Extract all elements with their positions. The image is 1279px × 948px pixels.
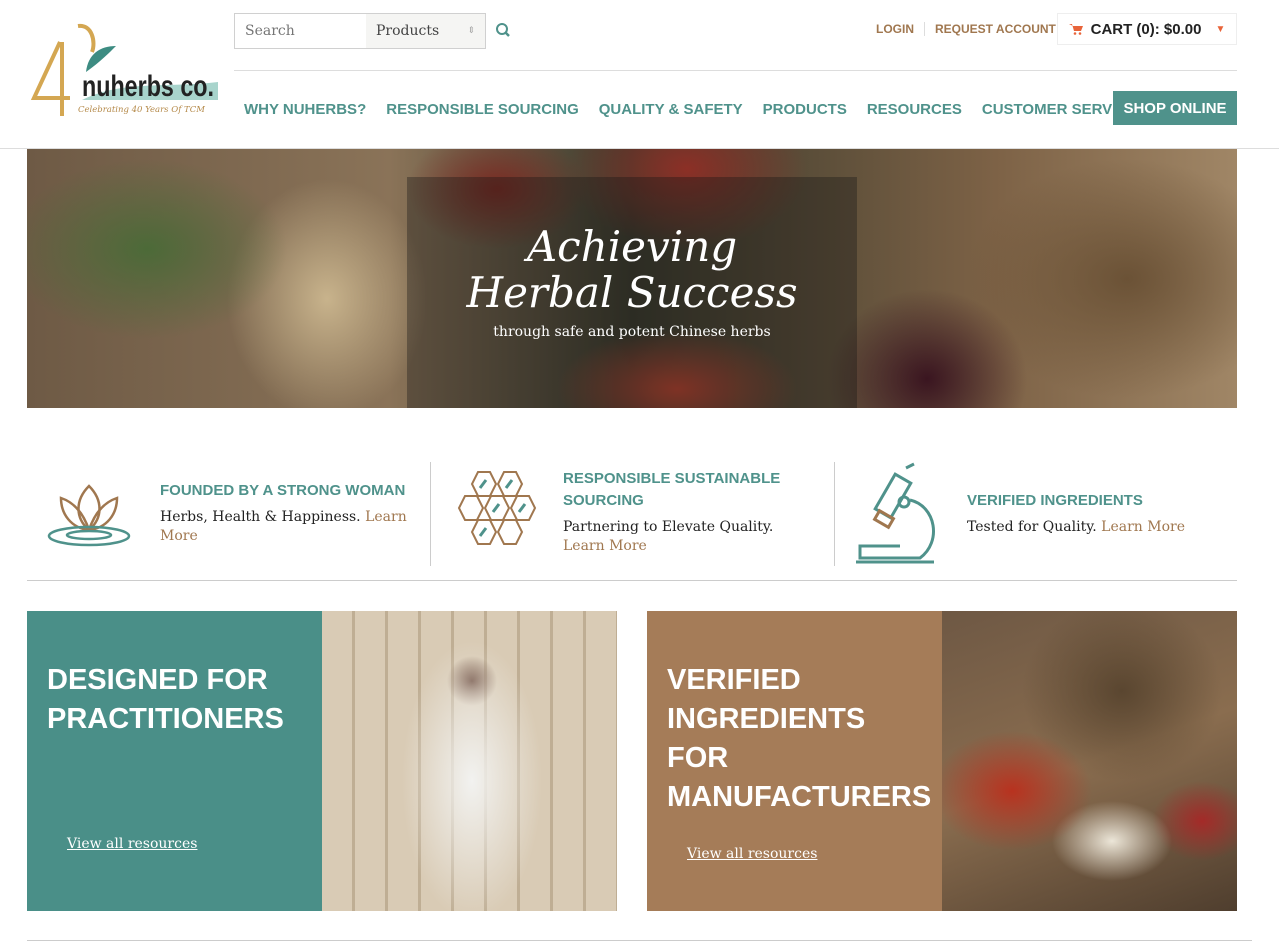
divider [234, 70, 1237, 71]
feature-title: VERIFIED INGREDIENTS [967, 492, 1143, 509]
view-resources-link[interactable]: View all resources [687, 846, 817, 862]
divider [27, 940, 1252, 941]
search-input[interactable] [235, 14, 366, 48]
nav-quality-safety[interactable]: QUALITY & SAFETY [599, 101, 743, 118]
search-bar: Products ⇕ [234, 13, 486, 49]
feature-title: RESPONSIBLE SUSTAINABLE SOURCING [563, 470, 781, 509]
learn-more-link[interactable]: Learn More [1101, 519, 1185, 535]
manufacturers-card: VERIFIED INGREDIENTS FOR MANUFACTURERS V… [647, 611, 942, 911]
search-icon[interactable] [495, 22, 511, 40]
divider [27, 580, 1237, 581]
hero-banner: Achieving Herbal Success through safe an… [27, 149, 1237, 408]
feature-founded: FOUNDED BY A STRONG WOMAN Herbs, Health … [160, 462, 415, 566]
nav-resources[interactable]: RESOURCES [867, 101, 962, 118]
select-arrows-icon: ⇕ [467, 26, 475, 36]
shop-online-button[interactable]: SHOP ONLINE [1113, 91, 1237, 125]
feature-text: Herbs, Health & Happiness. [160, 509, 361, 525]
feature-text: Partnering to Elevate Quality. [563, 519, 774, 535]
svg-text:Celebrating 40 Years Of TCM: Celebrating 40 Years Of TCM [78, 105, 205, 115]
request-account-link[interactable]: REQUEST ACCOUNT [935, 22, 1056, 36]
herbs-photo [942, 611, 1237, 911]
nav-responsible-sourcing[interactable]: RESPONSIBLE SOURCING [386, 101, 579, 118]
search-category-select[interactable]: Products ⇕ [366, 14, 485, 48]
divider [924, 22, 925, 36]
feature-text: Tested for Quality. [967, 519, 1097, 535]
cart-icon [1068, 24, 1083, 35]
lotus-icon [47, 484, 131, 547]
learn-more-link[interactable]: Learn More [563, 538, 647, 554]
selected-category: Products [376, 23, 440, 39]
login-link[interactable]: LOGIN [876, 22, 914, 36]
logo[interactable]: nuherbs co. Celebrating 40 Years Of TCM [30, 22, 220, 118]
divider [834, 462, 835, 566]
divider [430, 462, 431, 566]
main-nav: WHY NUHERBS? RESPONSIBLE SOURCING QUALIT… [244, 101, 1137, 118]
feature-sourcing: RESPONSIBLE SUSTAINABLE SOURCING Partner… [563, 462, 818, 566]
practitioners-card: DESIGNED FOR PRACTITIONERS View all reso… [27, 611, 322, 911]
cart-button[interactable]: CART (0): $0.00 ▼ [1057, 13, 1237, 45]
cart-label: CART (0): $0.00 [1090, 20, 1202, 38]
hexagon-icon [457, 471, 537, 545]
nav-why-nuherbs[interactable]: WHY NUHERBS? [244, 101, 366, 118]
feature-verified: VERIFIED INGREDIENTS Tested for Quality.… [967, 462, 1222, 566]
feature-title: FOUNDED BY A STRONG WOMAN [160, 482, 406, 499]
microscope-icon [856, 462, 935, 564]
caret-down-icon: ▼ [1215, 23, 1226, 35]
hero-subtitle: through safe and potent Chinese herbs [493, 324, 771, 340]
svg-text:nuherbs co.: nuherbs co. [82, 70, 214, 103]
practitioner-photo [322, 611, 617, 911]
nav-products[interactable]: PRODUCTS [763, 101, 847, 118]
card-title: DESIGNED FOR PRACTITIONERS [47, 664, 284, 735]
hero-title: Achieving Herbal Success [466, 222, 798, 317]
card-title: VERIFIED INGREDIENTS FOR MANUFACTURERS [667, 664, 932, 813]
view-resources-link[interactable]: View all resources [67, 836, 197, 852]
